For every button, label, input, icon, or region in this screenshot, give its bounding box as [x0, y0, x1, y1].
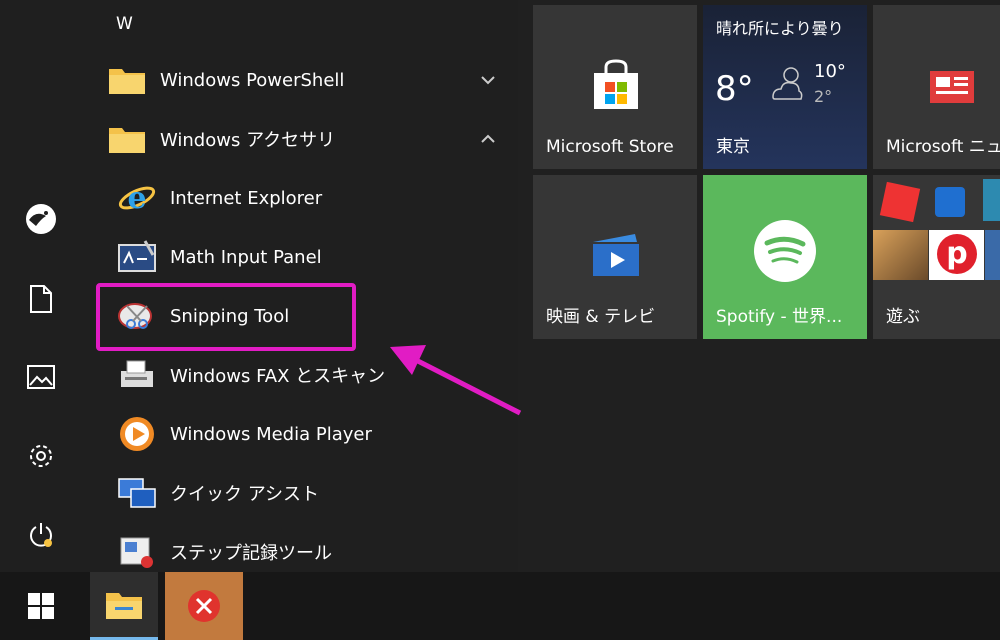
tile-label: 遊ぶ — [886, 307, 920, 327]
tile-play-folder[interactable]: p 遊ぶ — [873, 175, 1000, 339]
app-label: ステップ記録ツール — [170, 543, 332, 564]
chevron-up-icon[interactable] — [480, 129, 496, 148]
chevron-down-icon[interactable] — [480, 70, 496, 89]
game-icon — [983, 179, 1000, 221]
pinterest-icon: p — [929, 230, 984, 280]
spotify-icon — [754, 220, 816, 282]
weather-high: 10° — [814, 61, 846, 82]
file-explorer-icon — [106, 592, 142, 619]
app-label: Windows PowerShell — [160, 69, 345, 91]
tile-microsoft-news[interactable]: Microsoft ニュ — [873, 5, 1000, 169]
taskbar — [0, 572, 1000, 640]
windows-logo-icon — [28, 593, 54, 619]
media-player-icon — [116, 413, 158, 455]
solitaire-icon — [935, 187, 965, 217]
game-thumbnail — [873, 230, 928, 280]
tile-movies-tv[interactable]: 映画 & テレビ — [533, 175, 697, 339]
game-icon-2 — [985, 230, 1000, 280]
highlight-box — [96, 283, 356, 351]
documents-icon[interactable] — [20, 278, 62, 320]
tile-label: Microsoft ニュ — [886, 137, 1000, 157]
section-letter[interactable]: W — [116, 14, 133, 34]
news-icon — [930, 71, 974, 103]
math-input-icon — [116, 236, 158, 278]
settings-icon[interactable] — [20, 435, 62, 477]
tile-weather[interactable]: 晴れ所により曇り 8° 10° 2° 東京 — [703, 5, 867, 169]
app-folder-powershell[interactable]: Windows PowerShell — [102, 52, 502, 108]
app-quick-assist[interactable]: クイック アシスト — [102, 465, 502, 521]
app-label: クイック アシスト — [170, 484, 320, 505]
partly-cloudy-icon — [772, 67, 803, 100]
pointer-arrow — [390, 345, 522, 416]
app-folder-accessories[interactable]: Windows アクセサリ — [102, 111, 502, 167]
app-label: Math Input Panel — [170, 246, 322, 268]
app-label: Internet Explorer — [170, 187, 323, 209]
internet-explorer-icon: e — [116, 177, 158, 219]
start-button[interactable] — [0, 572, 82, 640]
pictures-icon[interactable] — [20, 356, 62, 398]
app-internet-explorer[interactable]: e Internet Explorer — [102, 170, 502, 226]
power-icon[interactable] — [20, 514, 62, 556]
movies-icon — [593, 234, 639, 276]
tile-label: Spotify - 世界... — [716, 307, 843, 327]
app-label: Windows FAX とスキャン — [170, 366, 386, 387]
folder-icon — [106, 59, 148, 101]
taskbar-file-explorer[interactable] — [90, 572, 158, 640]
store-icon — [594, 59, 638, 109]
roblox-icon — [879, 181, 921, 223]
weather-condition: 晴れ所により曇り — [716, 19, 844, 38]
tile-spotify[interactable]: Spotify - 世界... — [703, 175, 867, 339]
app-math-input-panel[interactable]: Math Input Panel — [102, 229, 502, 285]
app-label: Windows Media Player — [170, 423, 372, 445]
start-rail — [0, 0, 82, 572]
tile-label: 東京 — [716, 137, 750, 157]
user-avatar[interactable] — [20, 198, 62, 240]
folder-icon — [106, 118, 148, 160]
app-label: Windows アクセサリ — [160, 130, 336, 151]
quick-assist-icon — [116, 472, 158, 514]
steps-recorder-icon — [116, 531, 158, 573]
taskbar-close-app[interactable] — [165, 572, 243, 640]
close-icon — [188, 590, 220, 622]
weather-low: 2° — [814, 87, 833, 106]
tile-microsoft-store[interactable]: Microsoft Store — [533, 5, 697, 169]
fax-scanner-icon — [116, 354, 158, 396]
tile-label: 映画 & テレビ — [546, 307, 656, 327]
svg-text:e: e — [127, 181, 146, 216]
tile-label: Microsoft Store — [546, 137, 674, 157]
weather-temp: 8° — [715, 69, 754, 109]
